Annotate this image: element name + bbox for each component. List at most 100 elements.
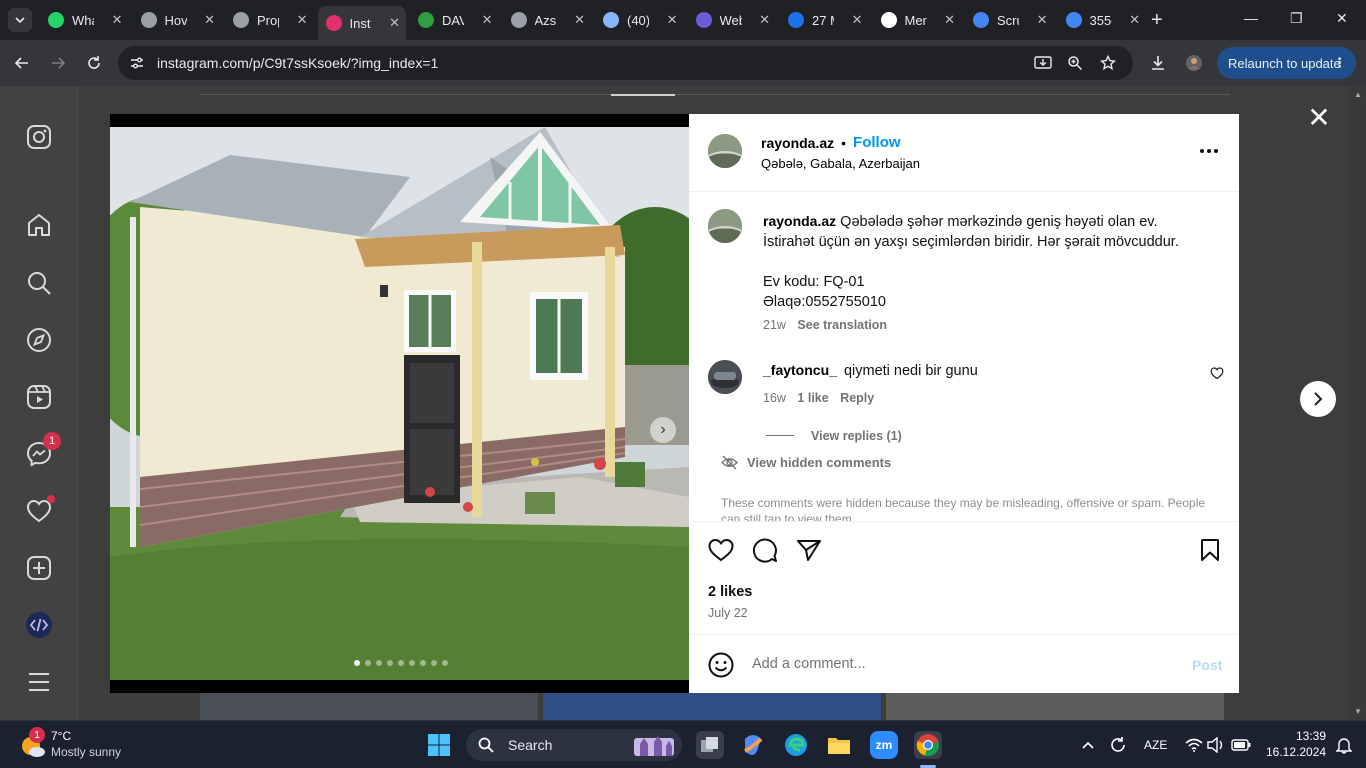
sync-icon[interactable]	[1104, 731, 1132, 759]
browser-tab[interactable]: Mer ✕	[873, 6, 962, 34]
close-tab-icon[interactable]: ✕	[852, 12, 863, 28]
task-view-icon[interactable]	[696, 731, 724, 759]
close-tab-icon[interactable]: ✕	[389, 15, 400, 31]
browser-tab[interactable]: (40) ✕	[595, 6, 684, 34]
post-options-button[interactable]	[1198, 140, 1220, 162]
comments-section[interactable]: rayonda.az Qəbələdə şəhər mərkəzində gen…	[689, 192, 1239, 521]
close-tab-icon[interactable]: ✕	[759, 12, 770, 28]
browser-tab[interactable]: Web ✕	[688, 6, 777, 34]
page-scrollbar[interactable]: ▲ ▼	[1350, 86, 1366, 720]
browser-tab[interactable]: Hov ✕	[133, 6, 222, 34]
browser-tab[interactable]: Scru ✕	[965, 6, 1054, 34]
close-tab-icon[interactable]: ✕	[944, 12, 955, 28]
new-tab-button[interactable]: +	[1151, 9, 1163, 32]
tab-search-button[interactable]	[8, 8, 32, 32]
volume-icon[interactable]	[1202, 731, 1230, 759]
bookmark-star-icon[interactable]	[1099, 54, 1117, 72]
search-icon[interactable]	[25, 269, 53, 297]
instagram-logo-icon[interactable]	[25, 123, 53, 151]
comment-like-button[interactable]	[1210, 366, 1224, 385]
language-indicator[interactable]: AZE	[1144, 738, 1167, 752]
close-tab-icon[interactable]: ✕	[112, 12, 123, 28]
close-tab-icon[interactable]: ✕	[1037, 12, 1048, 28]
notifications-heart-icon[interactable]	[25, 495, 55, 525]
browser-tab[interactable]: Prop ✕	[225, 6, 314, 34]
downloads-button[interactable]	[1147, 52, 1169, 74]
file-explorer-icon[interactable]	[825, 731, 853, 759]
comment-button[interactable]	[752, 538, 778, 569]
comment-input[interactable]: Add a comment...	[752, 656, 866, 672]
post-comment-button[interactable]: Post	[1192, 657, 1222, 673]
restore-icon[interactable]: ❐	[1290, 10, 1303, 27]
browser-tab[interactable]: 27 M ✕	[780, 6, 869, 34]
messenger-icon[interactable]: 1	[25, 432, 61, 468]
commenter-avatar[interactable]	[708, 360, 742, 394]
notification-bell-icon[interactable]	[1330, 731, 1358, 759]
zoom-app-icon[interactable]: zm	[870, 731, 898, 759]
browser-tab[interactable]: Azsi ✕	[503, 6, 592, 34]
site-settings-icon[interactable]	[128, 54, 146, 72]
caption-avatar[interactable]	[708, 209, 742, 243]
back-button[interactable]	[11, 52, 33, 74]
browser-tab[interactable]: DAV ✕	[410, 6, 499, 34]
home-icon[interactable]	[25, 211, 53, 239]
close-modal-icon[interactable]: ✕	[1307, 104, 1331, 132]
close-tab-icon[interactable]: ✕	[204, 12, 215, 28]
post-actions: 2 likes July 22	[689, 521, 1239, 635]
explore-compass-icon[interactable]	[25, 326, 53, 354]
close-tab-icon[interactable]: ✕	[297, 12, 308, 28]
start-button[interactable]	[425, 731, 453, 759]
forward-button[interactable]	[47, 52, 69, 74]
chrome-icon[interactable]	[914, 731, 942, 759]
comment-likes[interactable]: 1 like	[797, 391, 828, 405]
battery-icon[interactable]	[1227, 731, 1255, 759]
close-tab-icon[interactable]: ✕	[1129, 12, 1140, 28]
extensions-button[interactable]	[1183, 52, 1205, 74]
minimize-icon[interactable]: —	[1244, 10, 1258, 26]
see-translation-link[interactable]: See translation	[797, 318, 887, 332]
reload-button[interactable]	[83, 52, 105, 74]
post-location[interactable]: Qəbələ, Gabala, Azerbaijan	[761, 156, 920, 171]
next-post-button[interactable]	[1300, 381, 1336, 417]
url-text[interactable]: instagram.com/p/C9t7ssKsoek/?img_index=1	[157, 55, 438, 71]
comment-reply-button[interactable]: Reply	[840, 391, 874, 405]
more-menu-icon[interactable]	[25, 668, 53, 696]
install-app-icon[interactable]	[1034, 54, 1052, 72]
profile-avatar[interactable]	[25, 611, 53, 639]
close-tab-icon[interactable]: ✕	[667, 12, 678, 28]
caption-username[interactable]: rayonda.az	[763, 213, 836, 229]
zoom-icon[interactable]	[1066, 54, 1084, 72]
clock[interactable]: 13:39 16.12.2024	[1266, 729, 1326, 759]
follow-button[interactable]: Follow	[853, 134, 901, 151]
browser-tab[interactable]: Inst ✕	[317, 6, 406, 40]
share-button[interactable]	[796, 538, 822, 567]
view-hidden-comments-button[interactable]: View hidden comments	[721, 455, 891, 470]
taskbar-search[interactable]: Search	[466, 729, 682, 761]
emoji-button[interactable]	[708, 652, 734, 683]
reels-icon[interactable]	[25, 383, 53, 411]
post-date[interactable]: July 22	[708, 606, 748, 620]
author-username[interactable]: rayonda.az	[761, 135, 834, 151]
caption-age[interactable]: 21w	[763, 318, 786, 332]
relaunch-to-update-button[interactable]: Relaunch to update ⋮	[1217, 47, 1356, 79]
close-window-icon[interactable]: ✕	[1336, 10, 1348, 27]
show-hidden-icons[interactable]	[1074, 731, 1102, 759]
browser-tab[interactable]: 355c ✕	[1058, 6, 1147, 34]
copilot-icon[interactable]	[739, 731, 767, 759]
like-button[interactable]	[708, 538, 734, 567]
address-bar[interactable]: instagram.com/p/C9t7ssKsoek/?img_index=1	[118, 46, 1133, 80]
carousel-next-button[interactable]: ›	[650, 417, 676, 443]
commenter-username[interactable]: _faytoncu_	[763, 362, 837, 378]
likes-count[interactable]: 2 likes	[708, 584, 752, 600]
close-tab-icon[interactable]: ✕	[482, 12, 493, 28]
comment-age[interactable]: 16w	[763, 391, 786, 405]
close-tab-icon[interactable]: ✕	[574, 12, 585, 28]
save-button[interactable]	[1199, 538, 1221, 567]
edge-browser-icon[interactable]	[782, 731, 810, 759]
post-media[interactable]: ›	[110, 114, 689, 693]
author-avatar[interactable]	[708, 134, 742, 168]
browser-tab[interactable]: Wha ✕	[40, 6, 129, 34]
view-replies-button[interactable]: View replies (1)	[811, 429, 902, 443]
create-post-icon[interactable]	[25, 554, 53, 582]
weather-widget[interactable]: 1 7°C Mostly sunny	[16, 727, 146, 761]
